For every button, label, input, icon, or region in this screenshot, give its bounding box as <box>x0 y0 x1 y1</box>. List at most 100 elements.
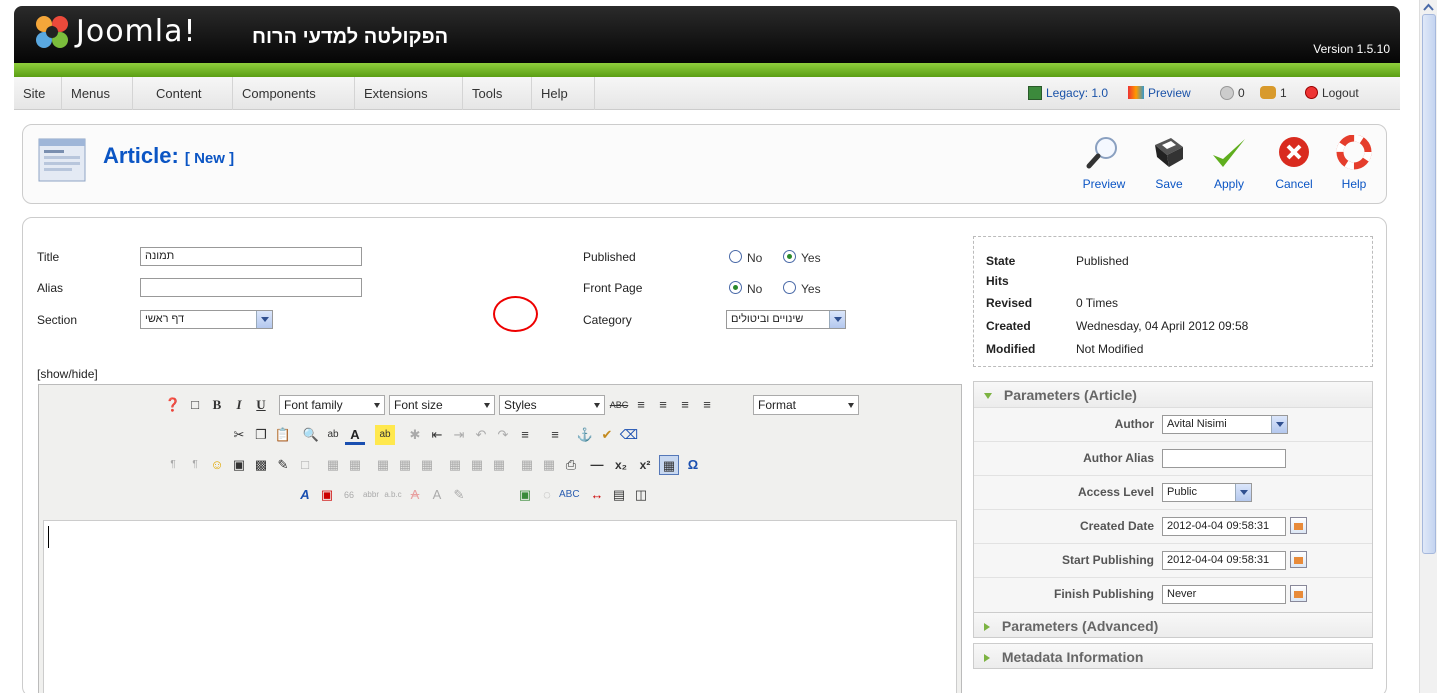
metadata-information-header[interactable]: Metadata Information <box>973 643 1373 669</box>
legacy-link[interactable]: Legacy: 1.0 <box>1046 86 1108 100</box>
title-input[interactable]: תמונה <box>140 247 362 266</box>
menu-tools[interactable]: Tools <box>463 77 532 110</box>
table-col-icon[interactable]: ▦ <box>417 455 437 475</box>
html-source-icon[interactable]: ◫ <box>631 485 651 505</box>
help-icon[interactable]: ❓ <box>163 395 183 415</box>
cut-icon[interactable]: ✂ <box>229 425 249 445</box>
author-select[interactable]: Avital Nisimi <box>1162 415 1288 434</box>
horizontal-rule-icon[interactable]: — <box>587 455 607 475</box>
category-select[interactable]: שינויים וביטולים <box>726 310 846 329</box>
emoticon-icon[interactable]: ☺ <box>207 455 227 475</box>
replace-icon[interactable]: ab <box>323 425 343 445</box>
rtl-icon[interactable]: ¶ <box>185 455 205 475</box>
menu-help[interactable]: Help <box>532 77 595 110</box>
numbered-list-icon[interactable]: ≡ <box>545 425 565 445</box>
apply-button[interactable]: Apply <box>1199 135 1259 191</box>
indent-icon[interactable]: ⇥ <box>449 425 469 445</box>
undo-icon[interactable]: ↶ <box>471 425 491 445</box>
table-insert-row-icon[interactable]: ▦ <box>373 455 393 475</box>
table-insert-col-icon[interactable]: ▦ <box>445 455 465 475</box>
eraser-icon[interactable]: ⌫ <box>619 425 639 445</box>
preview-button[interactable]: Preview <box>1074 135 1134 191</box>
font-size-select[interactable]: Font size <box>389 395 495 415</box>
insert-image-icon[interactable]: ▣ <box>515 485 535 505</box>
copy-icon[interactable]: ❐ <box>251 425 271 445</box>
align-left-icon[interactable]: ≡ <box>631 395 651 415</box>
access-level-select[interactable]: Public <box>1162 483 1252 502</box>
pagebreak-icon[interactable]: ↔ <box>587 485 607 505</box>
cite-icon[interactable]: 66 <box>339 485 359 505</box>
cleanup-icon[interactable]: ✔ <box>597 425 617 445</box>
cancel-button[interactable]: Cancel <box>1264 135 1324 191</box>
section-select[interactable]: דף ראשי <box>140 310 273 329</box>
table-split-icon[interactable]: ▦ <box>489 455 509 475</box>
align-right-icon[interactable]: ≡ <box>675 395 695 415</box>
edit-icon[interactable]: ✎ <box>273 455 293 475</box>
editor-content-area[interactable] <box>43 520 957 693</box>
messages-count[interactable]: 0 <box>1238 86 1245 100</box>
special-char-icon[interactable]: Ω <box>683 455 703 475</box>
visual-aid-icon[interactable]: ▦ <box>659 455 679 475</box>
preview-link[interactable]: Preview <box>1148 86 1191 100</box>
paste-icon[interactable]: 📋 <box>273 425 293 445</box>
styles-select[interactable]: Styles <box>499 395 605 415</box>
underline-icon[interactable]: U <box>251 395 271 415</box>
menu-extensions[interactable]: Extensions <box>355 77 463 110</box>
alias-input[interactable] <box>140 278 362 297</box>
outdent-icon[interactable]: ⇤ <box>427 425 447 445</box>
anchor-icon[interactable]: ⚓ <box>575 425 595 445</box>
new-document-icon[interactable]: □ <box>185 395 205 415</box>
users-count[interactable]: 1 <box>1280 86 1287 100</box>
table-properties-icon[interactable]: ▦ <box>323 455 343 475</box>
start-publishing-input[interactable]: 2012-04-04 09:58:31 <box>1162 551 1286 570</box>
media-icon[interactable]: ▣ <box>229 455 249 475</box>
created-date-input[interactable]: 2012-04-04 09:58:31 <box>1162 517 1286 536</box>
published-yes-radio[interactable] <box>783 250 796 263</box>
save-button[interactable]: Save <box>1139 135 1199 191</box>
table-delete-row-icon[interactable]: ▦ <box>395 455 415 475</box>
vertical-scrollbar[interactable] <box>1419 0 1437 693</box>
print-icon[interactable]: ⎙ <box>561 455 581 475</box>
align-center-icon[interactable]: ≡ <box>653 395 673 415</box>
insert-text-icon[interactable]: A <box>427 485 447 505</box>
find-icon[interactable]: 🔍 <box>301 425 321 445</box>
help-button[interactable]: Help <box>1326 135 1382 191</box>
scrollbar-thumb[interactable] <box>1422 14 1436 554</box>
attributes-icon[interactable]: ✎ <box>449 485 469 505</box>
style-props-icon[interactable]: A <box>295 485 315 505</box>
show-hide-toggle[interactable]: [show/hide] <box>37 367 98 381</box>
superscript-icon[interactable]: x² <box>635 455 655 475</box>
align-justify-icon[interactable]: ≡ <box>697 395 717 415</box>
abbr-icon[interactable]: abbr <box>361 485 381 505</box>
calendar-icon[interactable] <box>1290 551 1307 568</box>
acronym-icon[interactable]: a.b.c <box>383 485 403 505</box>
table-row-icon[interactable]: ▦ <box>345 455 365 475</box>
clear-format-icon[interactable]: ✱ <box>405 425 425 445</box>
frontpage-no-radio[interactable] <box>729 281 742 294</box>
finish-publishing-input[interactable]: Never <box>1162 585 1286 604</box>
delete-text-icon[interactable]: A <box>405 485 425 505</box>
calendar-icon[interactable] <box>1290 585 1307 602</box>
table-delete-col-icon[interactable]: ▦ <box>467 455 487 475</box>
menu-menus[interactable]: Menus <box>62 77 133 110</box>
spellcheck-icon[interactable]: ABC <box>559 485 580 505</box>
bullet-list-icon[interactable]: ≡ <box>515 425 535 445</box>
italic-icon[interactable]: I <box>229 395 249 415</box>
template-icon[interactable]: □ <box>295 455 315 475</box>
scroll-up-arrow-icon[interactable] <box>1423 2 1434 13</box>
highlight-color-icon[interactable]: ab <box>375 425 395 445</box>
published-no-radio[interactable] <box>729 250 742 263</box>
menu-content[interactable]: Content <box>147 77 233 110</box>
bold-icon[interactable]: B <box>207 395 227 415</box>
subscript-icon[interactable]: x₂ <box>611 455 631 475</box>
ltr-icon[interactable]: ¶ <box>163 455 183 475</box>
parameters-advanced-header[interactable]: Parameters (Advanced) <box>973 612 1373 638</box>
layer-icon[interactable]: ▣ <box>317 485 337 505</box>
table-merge-icon[interactable]: ▦ <box>517 455 537 475</box>
fullscreen-icon[interactable]: ▤ <box>609 485 629 505</box>
table-cell-icon[interactable]: ▦ <box>539 455 559 475</box>
format-select[interactable]: Format <box>753 395 859 415</box>
calendar-icon[interactable] <box>1290 517 1307 534</box>
strikethrough-icon[interactable]: ABC <box>609 395 629 415</box>
preview-icon[interactable]: ▩ <box>251 455 271 475</box>
